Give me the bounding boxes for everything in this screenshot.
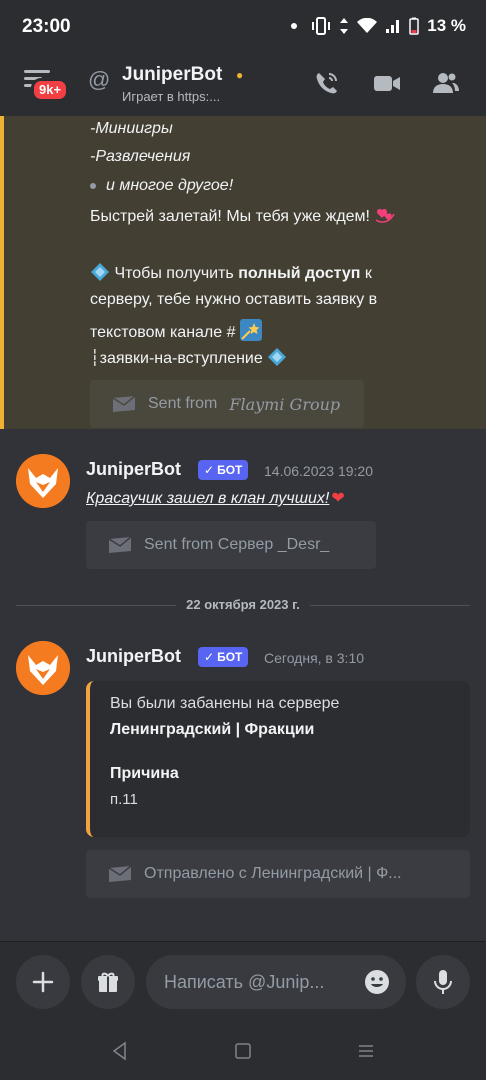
video-icon[interactable] <box>372 68 402 98</box>
message-line: -Миниигры <box>90 120 173 137</box>
check-icon: ✓ <box>204 463 215 477</box>
microphone-icon <box>434 970 452 994</box>
bot-badge: ✓ БОТ <box>198 460 249 480</box>
bullet-icon <box>90 182 96 189</box>
check-icon: ✓ <box>204 650 215 664</box>
message-text: Красаучик зашел в клан лучших! ❤ <box>86 490 345 507</box>
diamond-icon <box>91 263 109 281</box>
emoji-icon[interactable] <box>364 969 390 995</box>
embed-server-name: Ленинградский | Фракции <box>110 721 315 738</box>
message-line: Быстрей залетай! Мы тебя уже ждем! <box>90 206 396 226</box>
embed-description: Вы были забанены на сервере <box>110 695 340 712</box>
revolving-hearts-icon <box>376 208 396 223</box>
back-icon[interactable] <box>110 1041 130 1061</box>
sent-from-server: Flaymi Group <box>229 394 341 414</box>
idle-moon-icon: ● <box>236 68 244 82</box>
composer-bar: Написать @Junip... <box>0 941 486 1025</box>
message-timestamp: 14.06.2023 19:20 <box>264 463 373 479</box>
message-author[interactable]: JuniperBot <box>86 646 181 667</box>
at-icon: @ <box>88 67 111 92</box>
unread-badge: 9k+ <box>31 78 70 102</box>
home-icon[interactable] <box>233 1041 253 1061</box>
message-list-item: и многое другое! <box>90 177 233 195</box>
message-line: -Развлечения <box>90 148 191 165</box>
message-line: текстовом канале # <box>90 319 262 342</box>
message-timestamp: Сегодня, в 3:10 <box>264 650 365 666</box>
heart-icon: ❤ <box>331 490 345 507</box>
sent-from-label: Sent from Сервер _Desr_ <box>144 536 330 553</box>
recents-icon[interactable] <box>356 1041 376 1061</box>
sent-from-label: Отправлено с Ленинградский | Ф... <box>144 865 402 882</box>
avatar[interactable] <box>16 454 70 508</box>
battery-icon <box>409 17 419 35</box>
sent-from-label: Sent from <box>148 395 218 412</box>
phone-call-icon[interactable] <box>312 68 342 98</box>
fox-logo-icon <box>16 454 70 508</box>
battery-level: 13 % <box>427 16 466 35</box>
vibrate-icon <box>312 17 331 35</box>
gift-button[interactable] <box>81 955 135 1009</box>
embed-field-value: п.11 <box>110 791 138 808</box>
message-input-placeholder: Написать @Junip... <box>164 972 325 992</box>
sent-from-bar[interactable]: Отправлено с Ленинградский | Ф... <box>86 850 470 898</box>
message-line: серверу, тебе нужно оставить заявку в <box>90 291 378 308</box>
data-transfer-icon <box>340 18 349 34</box>
bot-badge: ✓ БОТ <box>198 647 249 667</box>
date-divider: 22 октября 2023 г. <box>0 596 486 614</box>
envelope-icon <box>108 536 132 553</box>
shooting-star-icon <box>239 319 262 341</box>
sent-from-bar[interactable]: Sent from Flaymi Group <box>90 380 364 428</box>
wifi-icon <box>357 18 378 33</box>
diamond-icon <box>268 348 287 366</box>
avatar[interactable] <box>16 641 70 695</box>
message-input[interactable]: Написать @Junip... <box>146 955 406 1009</box>
envelope-icon <box>112 395 136 412</box>
fox-logo-icon <box>16 641 70 695</box>
ban-embed: Вы были забанены на сервере Ленинградски… <box>86 681 470 837</box>
activity-status: Играет в https:... <box>122 89 221 104</box>
status-icons: 13 % <box>291 16 466 36</box>
message-line: Чтобы получить полный доступ к <box>90 262 372 283</box>
signal-icon <box>386 20 400 33</box>
add-attachment-button[interactable] <box>16 955 70 1009</box>
embed-field-name: Причина <box>110 765 179 782</box>
message-author[interactable]: JuniperBot <box>86 459 181 480</box>
plus-icon <box>32 971 54 993</box>
sent-from-bar[interactable]: Sent from Сервер _Desr_ <box>86 521 376 569</box>
members-icon[interactable] <box>430 68 460 98</box>
envelope-icon <box>108 865 132 882</box>
channel-name[interactable]: JuniperBot <box>122 64 222 86</box>
message-line: ┆заявки-на-вступление <box>90 347 287 368</box>
channel-header: 9k+ @ JuniperBot ● Играет в https:... <box>0 54 486 116</box>
status-bar: 23:00 13 % <box>0 0 486 54</box>
system-nav-bar <box>0 1025 486 1080</box>
gift-icon <box>98 972 118 992</box>
highlighted-message: -Миниигры -Развлечения и многое другое! … <box>0 116 486 429</box>
status-time: 23:00 <box>22 16 71 37</box>
voice-message-button[interactable] <box>416 955 470 1009</box>
message-list[interactable]: -Миниигры -Развлечения и многое другое! … <box>0 116 486 941</box>
notification-dot-icon <box>291 23 298 29</box>
